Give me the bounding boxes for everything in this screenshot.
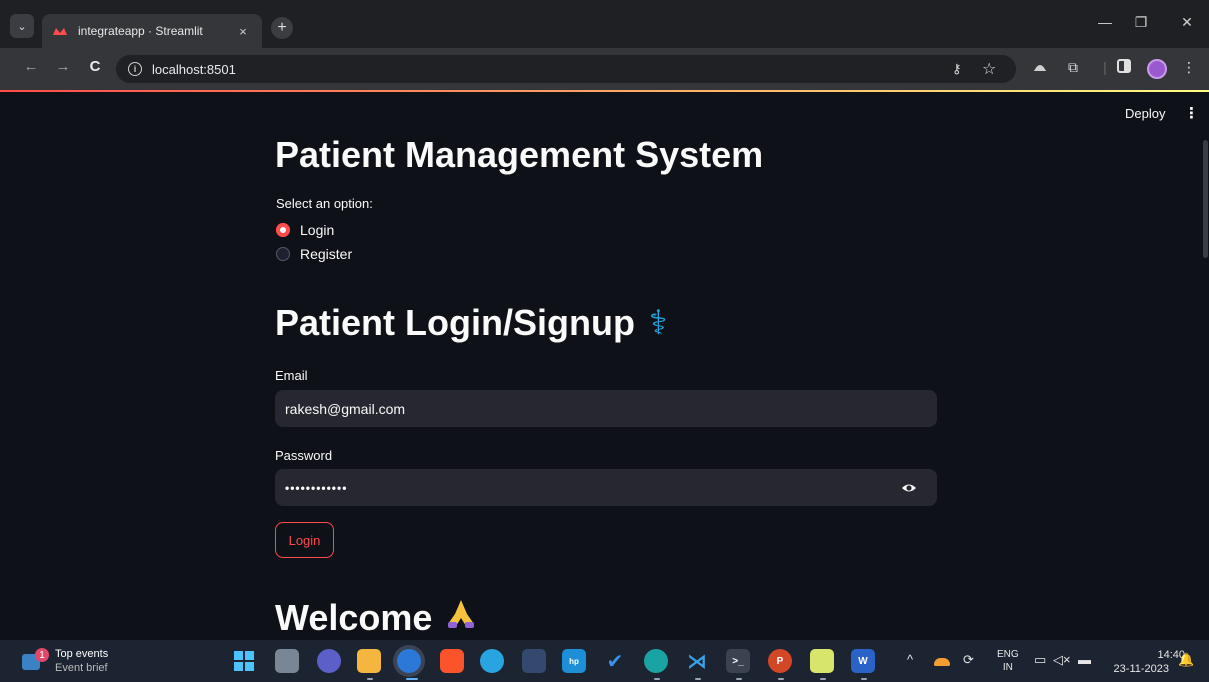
password-field[interactable]: •••••••••••• bbox=[275, 469, 937, 506]
deploy-button[interactable]: Deploy bbox=[1125, 106, 1165, 121]
bookmark-star-icon[interactable]: ☆ bbox=[982, 55, 996, 83]
back-button[interactable]: ← bbox=[20, 58, 42, 75]
tab-search-button[interactable]: ⌄ bbox=[10, 14, 34, 38]
profile-avatar[interactable] bbox=[1147, 59, 1167, 79]
email-field[interactable]: rakesh@gmail.com bbox=[275, 390, 937, 427]
running-indicator bbox=[736, 678, 742, 680]
login-heading: Patient Login/Signup ⚕ bbox=[275, 302, 667, 344]
radio-register-label: Register bbox=[300, 246, 353, 262]
email-value: rakesh@gmail.com bbox=[285, 400, 406, 417]
select-option-label: Select an option: bbox=[276, 196, 373, 211]
new-tab-button[interactable]: + bbox=[271, 17, 293, 39]
chrome-icon[interactable] bbox=[397, 649, 421, 673]
browser-menu-icon[interactable]: ⋮ bbox=[1178, 59, 1200, 76]
password-key-icon[interactable]: ⚷ bbox=[952, 55, 962, 83]
extension-icon[interactable] bbox=[1029, 59, 1051, 76]
myhp-icon[interactable]: hp bbox=[562, 649, 586, 673]
address-url: localhost:8501 bbox=[152, 61, 236, 77]
tab-title: integrateapp · Streamlit bbox=[78, 24, 203, 38]
onedrive-cloud-icon[interactable] bbox=[934, 658, 950, 666]
page-scrollbar[interactable] bbox=[1203, 140, 1208, 258]
clock-date[interactable]: 23-11-2023 bbox=[1097, 662, 1169, 676]
word-icon[interactable]: W bbox=[851, 649, 875, 673]
reload-button[interactable]: C bbox=[84, 58, 106, 75]
task-view-icon[interactable] bbox=[275, 649, 299, 673]
site-info-icon[interactable]: i bbox=[128, 62, 142, 76]
vscode-icon[interactable]: ⋊ bbox=[685, 649, 709, 673]
widget-badge: 1 bbox=[35, 648, 49, 662]
page-title: Patient Management System bbox=[275, 134, 764, 175]
widget-subtitle[interactable]: Event brief bbox=[55, 662, 108, 674]
welcome-heading-text: Welcome bbox=[275, 596, 433, 638]
running-indicator bbox=[367, 678, 373, 680]
show-password-icon[interactable] bbox=[901, 480, 917, 496]
language-code: ENG bbox=[997, 649, 1019, 660]
welcome-heading: Welcome bbox=[275, 596, 478, 639]
active-indicator bbox=[406, 678, 418, 680]
network-icon[interactable]: ▭ bbox=[1034, 652, 1046, 668]
language-region: IN bbox=[1002, 662, 1013, 673]
sync-icon[interactable]: ⟳ bbox=[963, 652, 974, 668]
browser-tabstrip: ⌄ integrateapp · Streamlit × + — ❐ ✕ bbox=[0, 0, 1209, 48]
running-indicator bbox=[654, 678, 660, 680]
running-indicator bbox=[778, 678, 784, 680]
widget-title[interactable]: Top events bbox=[55, 648, 108, 660]
login-button[interactable]: Login bbox=[275, 522, 334, 558]
browser-tab[interactable]: integrateapp · Streamlit × bbox=[42, 14, 262, 48]
radio-unselected-icon[interactable] bbox=[276, 247, 290, 261]
store-icon[interactable] bbox=[522, 649, 546, 673]
brave-icon[interactable] bbox=[440, 649, 464, 673]
close-window-button[interactable]: ✕ bbox=[1172, 14, 1202, 31]
extensions-puzzle-icon[interactable]: ⧉ bbox=[1062, 59, 1084, 76]
telegram-icon[interactable] bbox=[480, 649, 504, 673]
folded-hands-icon bbox=[444, 596, 478, 639]
todo-check-icon[interactable]: ✔ bbox=[603, 649, 627, 673]
powerpoint-icon[interactable]: P bbox=[768, 649, 792, 673]
edge-icon[interactable] bbox=[644, 649, 668, 673]
language-indicator[interactable]: ENG IN bbox=[997, 648, 1019, 674]
notepad-icon[interactable] bbox=[810, 649, 834, 673]
streamlit-app: Deploy ⋮ Patient Management System Selec… bbox=[0, 92, 1209, 640]
main-menu-icon[interactable]: ⋮ bbox=[1184, 104, 1199, 122]
radio-login[interactable]: Login bbox=[276, 222, 334, 238]
medical-staff-icon: ⚕ bbox=[648, 304, 668, 342]
password-value: •••••••••••• bbox=[285, 480, 348, 495]
tray-chevron-icon[interactable]: ^ bbox=[907, 652, 913, 667]
tab-close-icon[interactable]: × bbox=[234, 24, 252, 39]
address-bar[interactable]: i localhost:8501 ⚷ ☆ bbox=[116, 55, 1016, 83]
running-indicator bbox=[695, 678, 701, 680]
streamlit-favicon-icon bbox=[52, 23, 68, 39]
forward-button[interactable]: → bbox=[52, 58, 74, 75]
terminal-icon[interactable]: >_ bbox=[726, 649, 750, 673]
volume-muted-icon[interactable]: ◁× bbox=[1053, 652, 1071, 668]
radio-selected-icon[interactable] bbox=[276, 223, 290, 237]
running-indicator bbox=[820, 678, 826, 680]
email-label: Email bbox=[275, 368, 308, 383]
radio-register[interactable]: Register bbox=[276, 246, 352, 262]
side-panel-icon[interactable] bbox=[1113, 59, 1135, 76]
file-explorer-icon[interactable] bbox=[357, 649, 381, 673]
radio-login-label: Login bbox=[300, 222, 335, 238]
windows-start-icon[interactable] bbox=[232, 649, 256, 673]
password-label: Password bbox=[275, 448, 333, 463]
battery-icon[interactable]: ▬ bbox=[1078, 652, 1091, 667]
minimize-button[interactable]: — bbox=[1090, 14, 1120, 30]
browser-toolbar: ← → C i localhost:8501 ⚷ ☆ ⧉ | ⋮ bbox=[0, 48, 1209, 90]
chat-icon[interactable] bbox=[317, 649, 341, 673]
login-heading-text: Patient Login/Signup bbox=[275, 302, 635, 343]
running-indicator bbox=[861, 678, 867, 680]
windows-taskbar: 1 Top events Event brief hp ✔ ⋊ >_ P W ^… bbox=[0, 640, 1209, 682]
restore-button[interactable]: ❐ bbox=[1126, 14, 1156, 31]
notification-bell-icon[interactable]: 🔔 bbox=[1178, 652, 1194, 668]
